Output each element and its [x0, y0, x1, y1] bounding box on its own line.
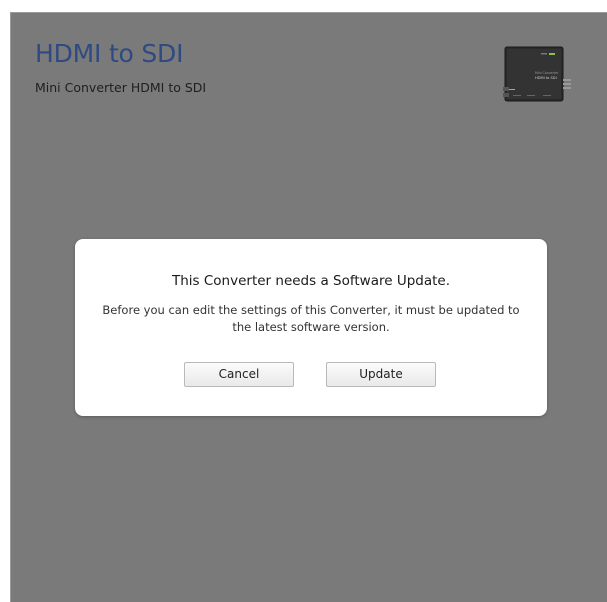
page-title: HDMI to SDI: [35, 39, 184, 68]
page-subtitle: Mini Converter HDMI to SDI: [35, 80, 207, 95]
cancel-button[interactable]: Cancel: [184, 362, 294, 387]
update-button[interactable]: Update: [326, 362, 436, 387]
dialog-title: This Converter needs a Software Update.: [171, 273, 450, 289]
converter-window: HDMI to SDI Mini Converter HDMI to SDI M…: [10, 12, 607, 602]
device-label-line1: Mini Converter: [535, 71, 559, 75]
software-update-dialog: This Converter needs a Software Update. …: [75, 239, 547, 416]
dialog-message: Before you can edit the settings of this…: [102, 303, 520, 334]
device-label-line2: HDMI to SDI: [535, 76, 557, 80]
mini-converter-device-icon: Mini Converter HDMI to SDI: [503, 46, 571, 102]
